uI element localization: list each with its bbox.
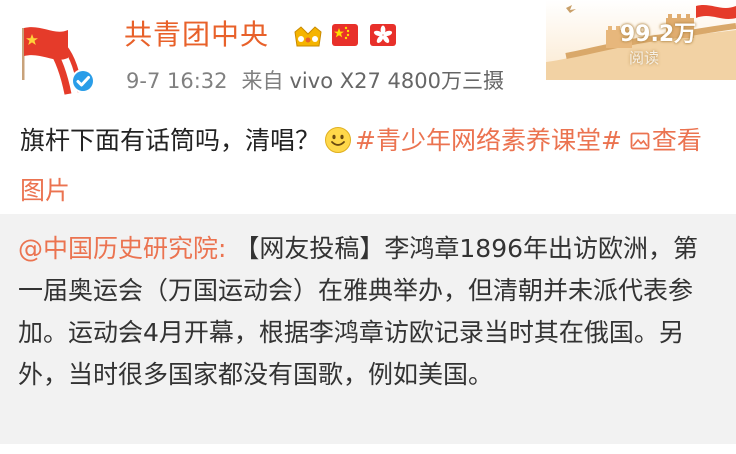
source-label: 来自 bbox=[241, 69, 284, 93]
post-header: 共青团中央 9-7 16:32 来自 vivo X27 4800万三摄 99.2… bbox=[0, 0, 736, 100]
smile-emoji-icon bbox=[324, 121, 352, 153]
post-time: 9-7 16:32 bbox=[126, 69, 228, 93]
post-body: 旗杆下面有话筒吗，清唱？ #青少年网络素养课堂# 查看图片 bbox=[20, 116, 720, 216]
read-label: 阅读 bbox=[628, 49, 659, 67]
repost-mention[interactable]: @中国历史研究院: bbox=[18, 234, 226, 263]
read-count: 99.2万 bbox=[619, 22, 697, 47]
author-name[interactable]: 共青团中央 bbox=[124, 15, 269, 55]
post-divider bbox=[0, 444, 736, 454]
post-text-main: 旗杆下面有话筒吗，清唱？ bbox=[20, 126, 321, 155]
repost-text: @中国历史研究院: 【网友投稿】李鸿章1896年出访欧洲，第一届奥运会（万国运动… bbox=[18, 228, 722, 396]
china-flag-icon bbox=[331, 22, 359, 52]
picture-icon[interactable] bbox=[630, 118, 650, 150]
crown-badge-icon bbox=[292, 20, 324, 54]
repost-box[interactable]: @中国历史研究院: 【网友投稿】李鸿章1896年出访欧洲，第一届奥运会（万国运动… bbox=[0, 214, 736, 444]
hashtag-link[interactable]: #青少年网络素养课堂# bbox=[355, 126, 622, 155]
verified-icon bbox=[70, 68, 96, 94]
hong-kong-flag-icon bbox=[369, 22, 397, 52]
source-device[interactable]: vivo X27 4800万三摄 bbox=[290, 69, 504, 93]
post-meta: 9-7 16:32 来自 vivo X27 4800万三摄 bbox=[126, 66, 504, 96]
